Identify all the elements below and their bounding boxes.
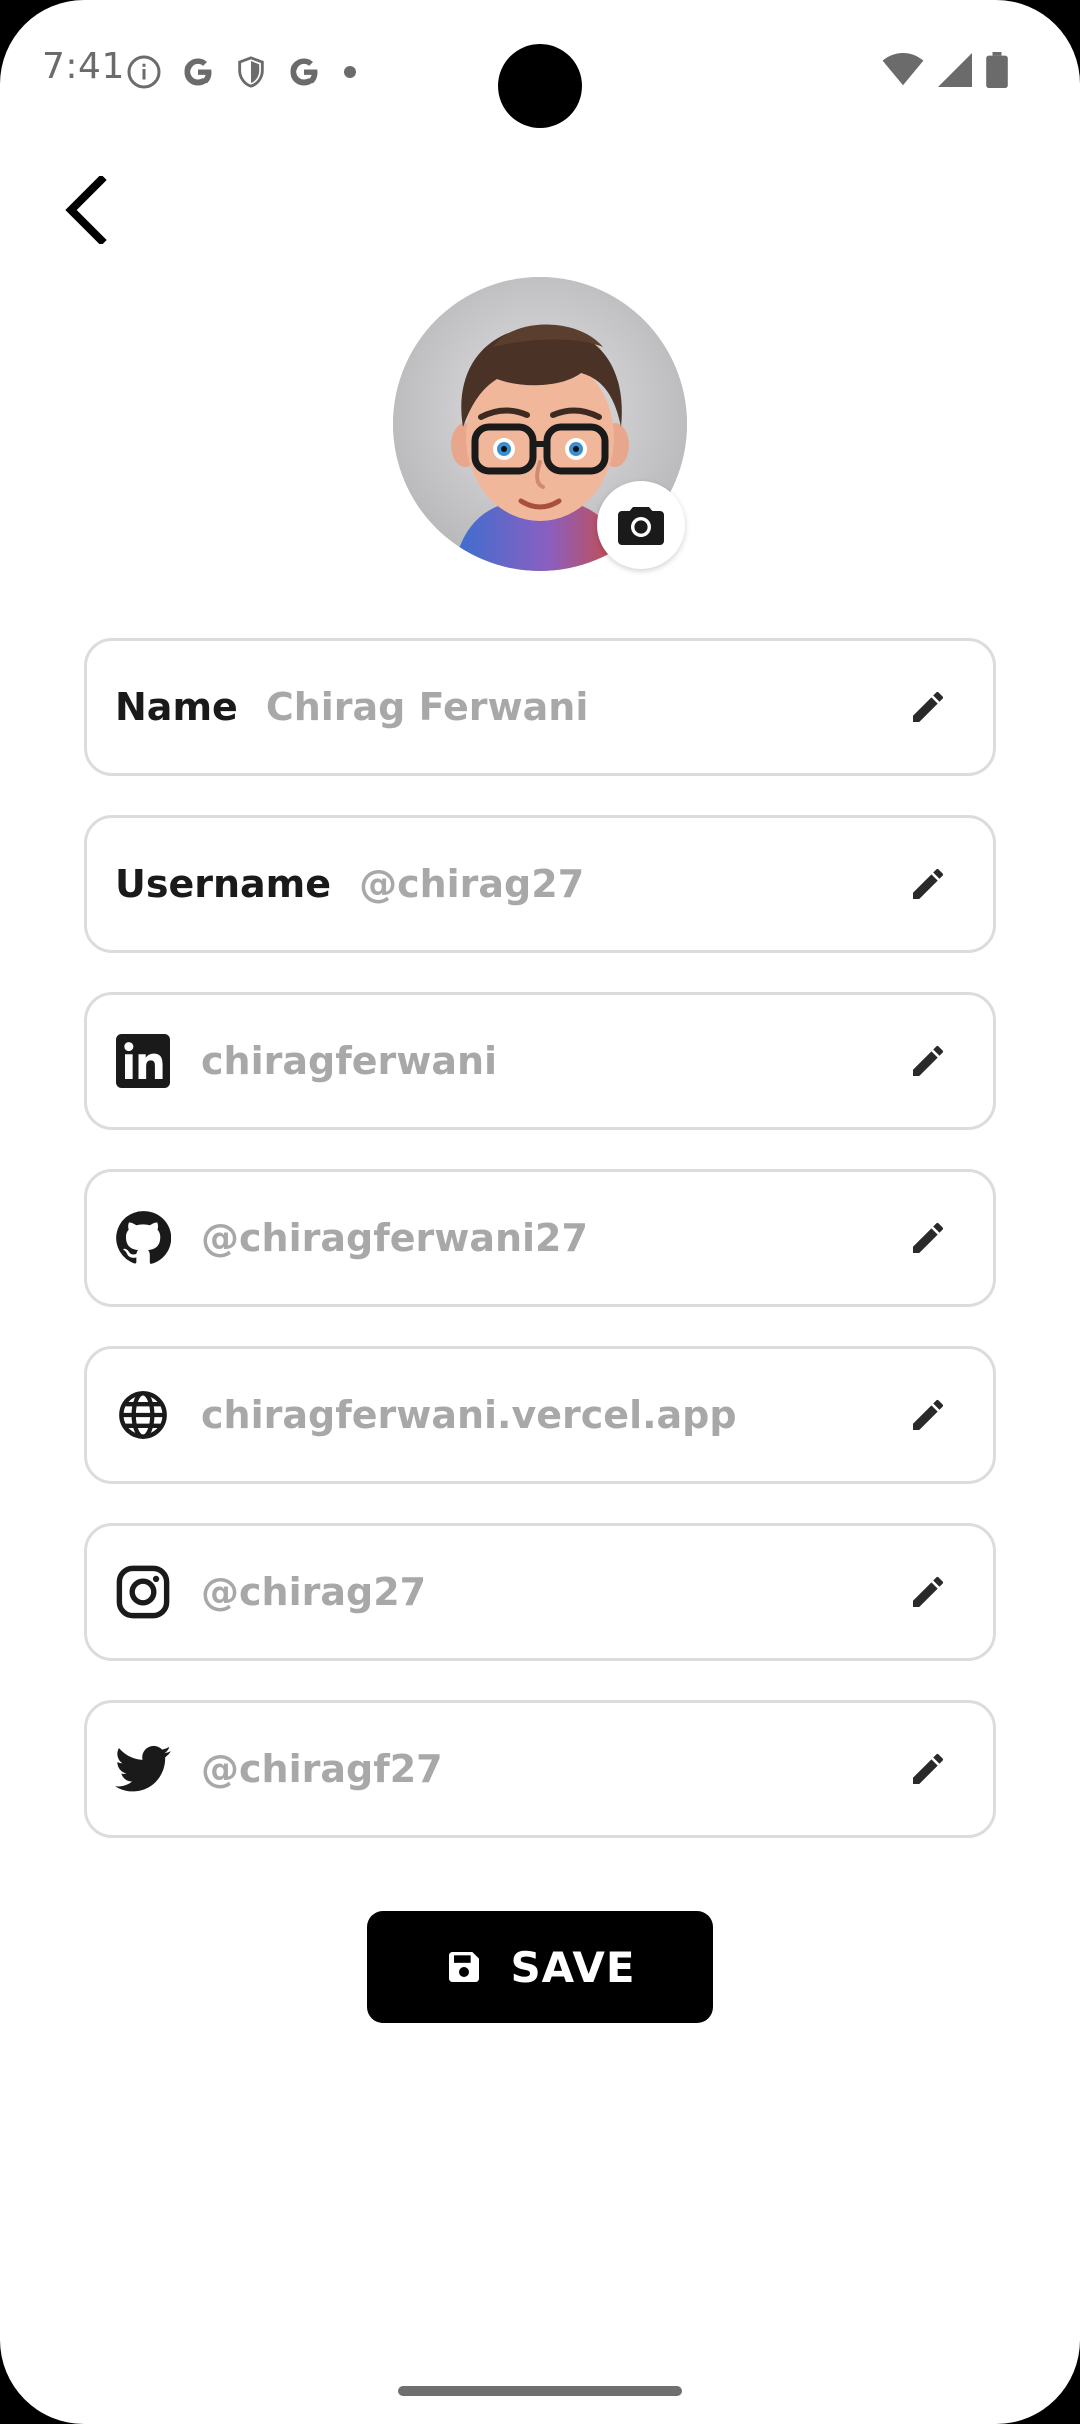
dot-icon [344,66,356,78]
front-camera-cutout [498,44,582,128]
battery-icon [986,52,1008,88]
pencil-icon [913,1399,944,1430]
floppy-disk-icon [449,1952,480,1982]
pencil-icon [913,691,944,722]
twitter-icon [115,1741,171,1797]
info-icon [127,55,161,89]
twitter-field[interactable]: @chiragf27 [84,1700,996,1838]
status-time: 7:41 [42,46,125,87]
profile-fields-list: Name Chirag Ferwani Username @chirag27 c… [84,638,996,1877]
instagram-field[interactable]: @chirag27 [84,1523,996,1661]
save-button[interactable]: SAVE [367,1911,713,2023]
change-photo-button[interactable] [597,481,685,569]
name-field[interactable]: Name Chirag Ferwani [84,638,996,776]
edit-username-button[interactable] [903,859,953,909]
pencil-icon [913,868,944,899]
pencil-icon [913,1753,944,1784]
chevron-left-icon [65,176,107,244]
profile-edit-screen: 7:41 Name Chirag Ferwani Username @chira… [0,0,1080,2424]
home-indicator[interactable] [398,2386,682,2396]
website-field[interactable]: chiragferwani.vercel.app [84,1346,996,1484]
username-value: @chirag27 [359,862,585,906]
edit-linkedin-button[interactable] [903,1036,953,1086]
linkedin-icon [115,1033,171,1089]
edit-website-button[interactable] [903,1390,953,1440]
google-icon [290,58,318,86]
pencil-icon [913,1045,944,1076]
instagram-icon [115,1564,171,1620]
wifi-icon [882,53,924,86]
github-field[interactable]: @chiragferwani27 [84,1169,996,1307]
instagram-value: @chirag27 [201,1570,427,1614]
edit-twitter-button[interactable] [903,1744,953,1794]
back-button[interactable] [50,170,120,250]
globe-icon [115,1387,171,1443]
signal-icon [938,53,972,87]
camera-icon [618,507,664,545]
pencil-icon [913,1576,944,1607]
edit-instagram-button[interactable] [903,1567,953,1617]
edit-github-button[interactable] [903,1213,953,1263]
profile-avatar-section [393,277,687,571]
linkedin-value: chiragferwani [201,1039,498,1083]
pencil-icon [913,1222,944,1253]
name-label: Name [115,685,238,729]
twitter-value: @chiragf27 [201,1747,443,1791]
username-label: Username [115,862,332,906]
github-value: @chiragferwani27 [201,1216,588,1260]
google-icon [184,58,212,86]
status-system-icons [882,52,1008,88]
status-bar: 7:41 [0,0,1080,140]
website-value: chiragferwani.vercel.app [201,1393,737,1437]
shield-icon [238,56,264,88]
linkedin-field[interactable]: chiragferwani [84,992,996,1130]
name-value: Chirag Ferwani [265,685,589,729]
status-notification-icons [126,50,360,94]
save-label: SAVE [510,1942,636,1992]
edit-name-button[interactable] [903,682,953,732]
github-icon [115,1210,171,1266]
username-field[interactable]: Username @chirag27 [84,815,996,953]
